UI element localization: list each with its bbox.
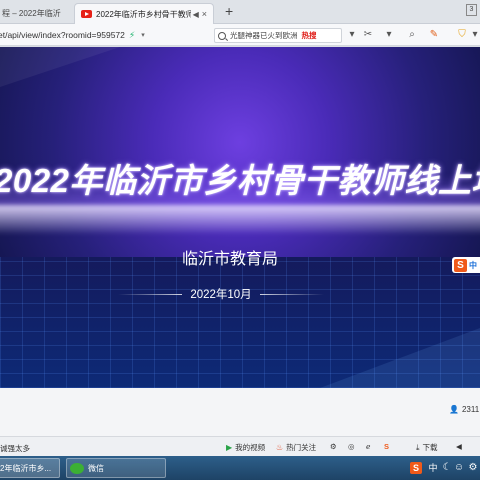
decor-triangle	[320, 328, 480, 388]
taskbar-label: 2年临沂市乡...	[0, 463, 52, 473]
taskbar-item-wechat[interactable]: 微信	[66, 458, 166, 478]
browser-status-bar: 诚强太多 ▶ 我的视频 ♨ 热门关注 ⚙ ◎ ℯ S ⤓ 下载 ◀	[0, 436, 480, 456]
search-icon	[218, 31, 226, 40]
people-icon: 👤	[449, 405, 459, 414]
status-left-text: 诚强太多	[0, 444, 30, 453]
decor-triangle	[0, 47, 120, 87]
video-date: 2022年10月	[190, 289, 252, 301]
status-label: 下载	[422, 443, 438, 452]
hot-follow-button[interactable]: ♨ 热门关注	[276, 442, 316, 453]
status-label: 我的视频	[235, 443, 266, 452]
taskbar-label: 微信	[88, 463, 104, 473]
new-tab-button[interactable]: +	[225, 3, 233, 19]
video-player[interactable]: 2022年临沂市乡村骨干教师线上培 临沂市教育局 2022年10月 S 中	[0, 47, 480, 388]
sogou-tray-icon[interactable]: S	[410, 462, 422, 474]
download-icon: ⤓	[416, 442, 420, 452]
sogou-icon[interactable]: S	[384, 442, 389, 451]
paint-icon[interactable]: ✎	[428, 29, 440, 41]
download-button[interactable]: ⤓ 下载	[416, 442, 438, 453]
viewer-count-value: 2311	[461, 405, 480, 414]
shield-icon[interactable]: ⛉	[456, 29, 468, 41]
browser-tab[interactable]: 程 – 2022年临沂	[0, 3, 70, 24]
search-dropdown-icon[interactable]: ▾	[346, 29, 358, 41]
sogou-icon: S	[454, 258, 467, 272]
translate-icon[interactable]: ✂	[362, 29, 374, 41]
menu-icon[interactable]: ▾	[469, 29, 480, 41]
my-videos-button[interactable]: ▶ 我的视频	[226, 442, 265, 453]
tab-list-button[interactable]: 3	[466, 4, 477, 16]
divider	[118, 293, 183, 295]
search-toolbar-icon[interactable]: ⌕	[406, 29, 418, 41]
video-headline: 2022年临沂市乡村骨干教师线上培	[0, 162, 480, 199]
lightning-icon[interactable]: ⚡	[129, 30, 135, 41]
tab-title: 程 – 2022年临沂	[2, 9, 61, 18]
status-label: 热门关注	[286, 443, 317, 452]
browser-toolbar: et/api/view/index?roomid=959572 ⚡ ▾ 光腿神器…	[0, 24, 480, 46]
ie-icon[interactable]: ℯ	[366, 442, 370, 451]
gear-icon[interactable]: ⚙	[330, 442, 337, 451]
video-date-row: 2022年10月	[118, 287, 324, 301]
browser-tab-strip: 程 – 2022年临沂 2022年临沂市乡村骨干教师线 ◀ × + 3	[0, 0, 480, 24]
video-organizer: 临沂市教育局	[181, 251, 278, 268]
search-input[interactable]: 光腿神器已火到欧洲 热搜	[214, 28, 342, 43]
divider	[259, 293, 324, 295]
close-icon[interactable]: ×	[202, 9, 207, 19]
play-icon: ▶	[226, 443, 233, 452]
taskbar-item-browser[interactable]: 2年临沂市乡...	[0, 458, 60, 478]
speaker-icon[interactable]: ◀	[193, 10, 199, 19]
address-bar[interactable]: et/api/view/index?roomid=959572 ⚡ ▾	[0, 27, 204, 43]
volume-icon[interactable]: ◀	[456, 442, 462, 451]
hot-search-label[interactable]: 热搜	[302, 30, 317, 41]
search-text: 光腿神器已火到欧洲	[230, 31, 298, 40]
browser-tab-active[interactable]: 2022年临沂市乡村骨干教师线 ◀ ×	[74, 3, 214, 24]
windows-taskbar: 2年临沂市乡... 微信 S 中 ☾ ☺ ⚙	[0, 456, 480, 480]
video-info-bar: 👤 2311	[0, 388, 480, 436]
video-site-icon	[81, 10, 92, 18]
ime-language-indicator[interactable]: 中	[426, 461, 440, 475]
wechat-icon	[70, 462, 84, 474]
emoji-icon[interactable]: ☺	[452, 461, 466, 475]
fire-icon: ♨	[276, 443, 284, 452]
ime-badge[interactable]: S 中	[452, 257, 480, 273]
tab-title: 2022年临沂市乡村骨干教师线	[96, 9, 191, 19]
ime-mode-label: 中	[469, 260, 477, 270]
viewer-count: 👤 2311	[449, 405, 479, 414]
chevron-down-icon[interactable]: ▾	[141, 31, 145, 39]
chevron-down-icon[interactable]: ▾	[383, 29, 395, 41]
url-text: et/api/view/index?roomid=959572	[0, 30, 125, 40]
browser-icon[interactable]: ◎	[348, 442, 355, 451]
settings-icon[interactable]: ⚙	[466, 461, 480, 475]
